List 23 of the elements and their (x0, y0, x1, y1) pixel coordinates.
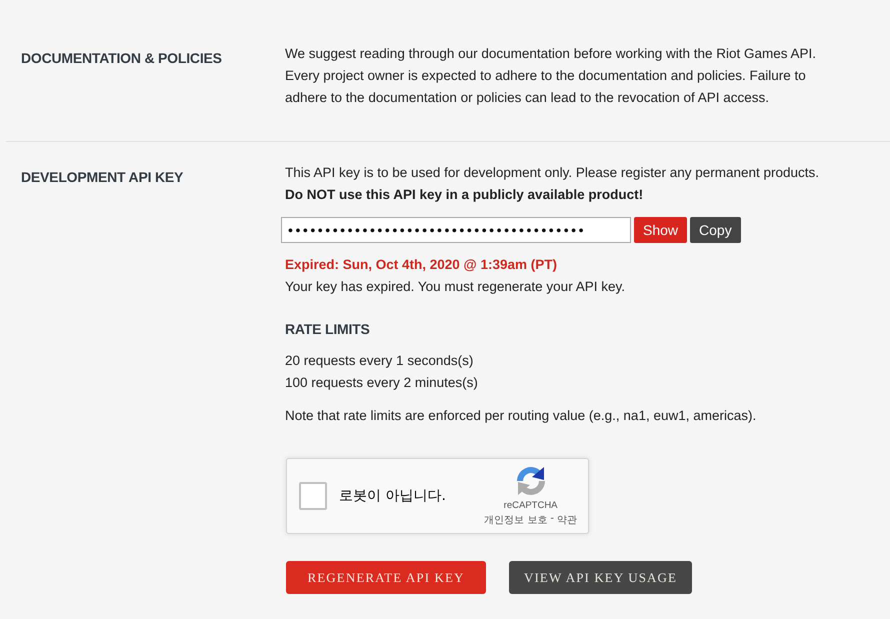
terms-link[interactable]: 약관 (557, 513, 577, 527)
warning-text: Do NOT use this API key in a publicly available product! (285, 186, 644, 204)
rate-limits-heading: RATE LIMITS (285, 320, 371, 339)
circular-arrows-icon (514, 465, 547, 497)
captcha-label: 로봇이 아닙니다. (339, 487, 447, 505)
section-heading: DEVELOPMENT API KEY (21, 168, 184, 187)
rate-limit-text: 20 requests every 1 seconds(s) (285, 352, 474, 370)
view-usage-button[interactable]: VIEW API KEY USAGE (509, 561, 692, 594)
expiry-date-text: Expired: Sun, Oct 4th, 2020 @ 1:39am (PT) (285, 256, 558, 274)
api-key-field[interactable]: •••••••••••••••••••••••••••••••••••••••• (281, 217, 631, 243)
copy-button[interactable]: Copy (690, 217, 741, 243)
intro-text: This API key is to be used for development only. Please register any permanent products. (285, 164, 820, 182)
captcha-checkbox[interactable] (299, 482, 327, 510)
show-button[interactable]: Show (634, 217, 688, 243)
rate-limit-text: 100 requests every 2 minutes(s) (285, 374, 479, 392)
captcha-brand-text: reCAPTCHA (502, 500, 559, 511)
expiry-message: Your key has expired. You must regenerate your API key. (285, 278, 626, 296)
regenerate-key-button[interactable]: REGENERATE API KEY (286, 561, 486, 594)
description-text: We suggest reading through our documentation before working with the Riot Games API. Every project owner is expected to adhere to the documentation and policies. Failure to adhere to the documentation or policies can lead to the revocation of API access. (285, 45, 818, 107)
privacy-link[interactable]: 개인정보 보호 (484, 513, 548, 527)
routing-note-text: Note that rate limits are enforced per routing value (e.g., na1, euw1, americas). (285, 407, 758, 425)
section-heading: DOCUMENTATION & POLICIES (21, 49, 222, 68)
link-separator: - (550, 513, 554, 526)
